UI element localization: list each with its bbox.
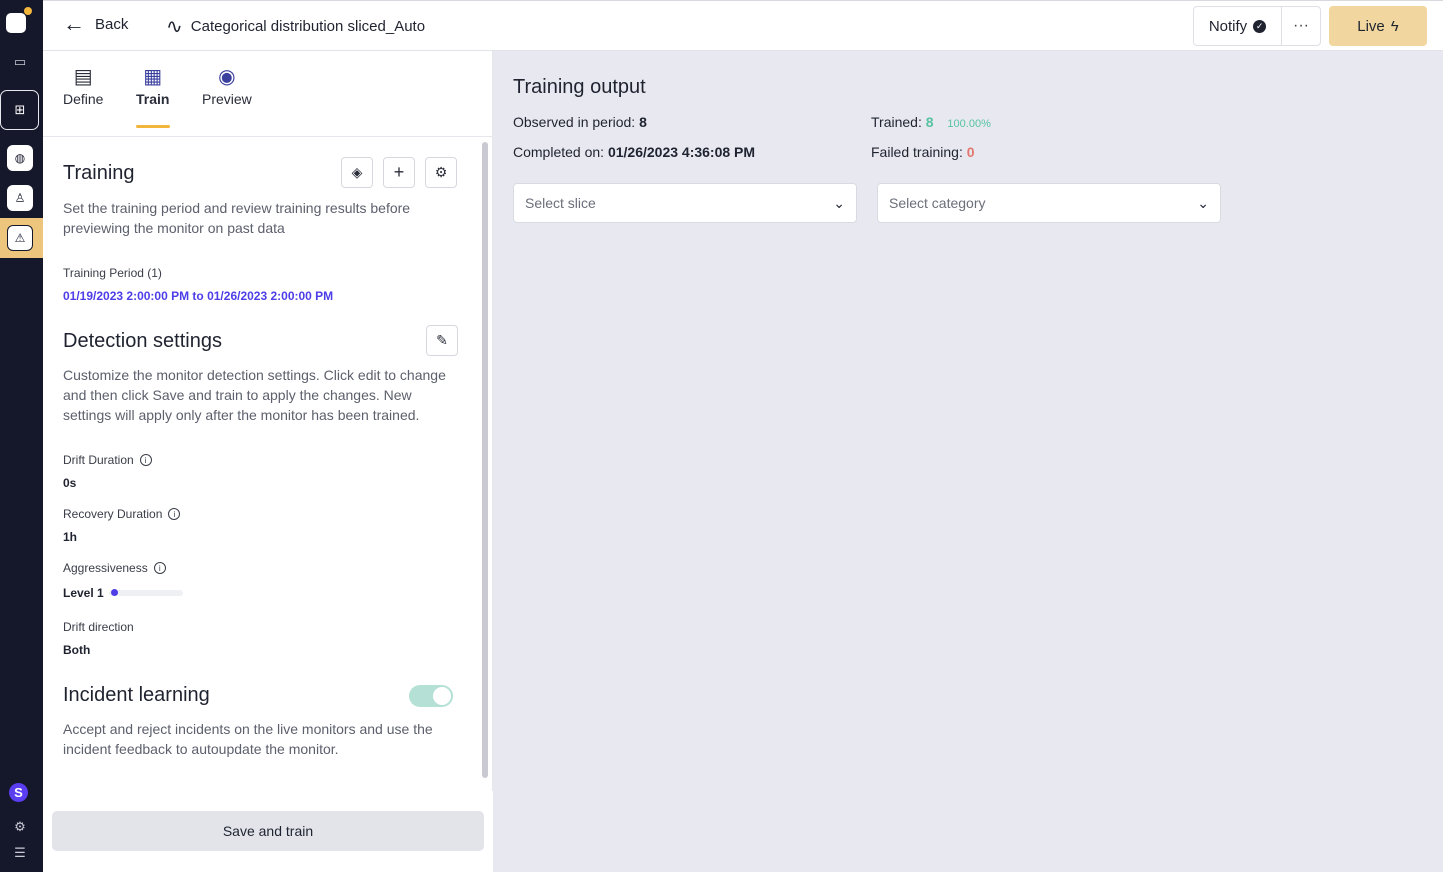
add-training-period-button[interactable]: + xyxy=(383,157,415,188)
failed-value: 0 xyxy=(966,144,975,160)
left-nav-rail: ▭ ⊞ ◍ ♙ ⚠ S ⚙ ☰ xyxy=(0,0,43,872)
notify-label: Notify xyxy=(1208,17,1248,35)
toggle-thumb xyxy=(433,687,451,705)
users-nav-icon[interactable]: ♙ xyxy=(6,184,34,212)
app-logo[interactable] xyxy=(6,13,26,33)
training-period-value[interactable]: 01/19/2023 2:00:00 PM to 01/26/2023 2:00… xyxy=(63,289,333,303)
check-circle-icon: ✓ xyxy=(1253,19,1267,33)
training-period-label: Training Period (1) xyxy=(63,266,162,280)
incident-learning-heading: Incident learning xyxy=(63,684,210,706)
aggressiveness-value: Level 1 xyxy=(63,586,104,600)
completed-label: Completed on: xyxy=(513,144,605,160)
select-category-placeholder: Select category xyxy=(889,195,986,211)
aggressiveness-level-bar xyxy=(109,589,183,596)
notification-dot xyxy=(24,7,32,15)
aggressiveness-label: Aggressiveness i xyxy=(63,561,166,575)
top-bar: ← Back ∿ Categorical distribution sliced… xyxy=(43,0,1443,51)
book-icon: ▤ xyxy=(73,66,93,88)
incident-learning-description: Accept and reject incidents on the live … xyxy=(63,721,433,757)
edit-detection-button[interactable]: ✎ xyxy=(426,325,458,356)
tab-train-label: Train xyxy=(136,91,170,107)
completed-value: 01/26/2023 4:36:08 PM xyxy=(607,144,756,160)
monitor-title-text: Categorical distribution sliced_Auto xyxy=(190,18,426,35)
panel-footer: Save and train xyxy=(43,791,493,872)
detection-description: Customize the monitor detection settings… xyxy=(63,367,446,423)
chevron-down-icon: ⌄ xyxy=(1197,194,1209,211)
trained-stat: Trained: 8 100.00% xyxy=(871,114,991,130)
eye-icon: ◉ xyxy=(218,66,236,88)
tab-preview-label: Preview xyxy=(202,91,252,107)
select-category-dropdown[interactable]: Select category ⌄ xyxy=(877,183,1221,223)
observed-stat: Observed in period: 8 xyxy=(513,114,647,130)
user-avatar[interactable]: S xyxy=(9,783,28,802)
config-panel: ▤ Define ▦ Train ◉ Preview Training ◈ + … xyxy=(43,51,493,872)
settings-nav-icon[interactable]: ⚙ xyxy=(6,813,34,841)
monitor-title: ∿ Categorical distribution sliced_Auto xyxy=(166,14,425,39)
live-button[interactable]: Live ϟ xyxy=(1329,6,1427,46)
trained-percentage: 100.00% xyxy=(947,118,991,130)
training-output-area: Training output Observed in period: 8 Tr… xyxy=(493,51,1443,872)
save-and-train-button[interactable]: Save and train xyxy=(52,811,484,851)
info-icon[interactable]: i xyxy=(168,508,181,520)
recovery-duration-label-text: Recovery Duration xyxy=(63,507,163,521)
layers-button[interactable]: ◈ xyxy=(341,157,373,188)
more-options-button[interactable]: ··· xyxy=(1281,6,1321,46)
live-label: Live xyxy=(1357,17,1385,35)
pencil-icon: ✎ xyxy=(436,332,448,348)
alerts-nav-icon[interactable]: ⚠ xyxy=(6,224,34,252)
training-heading: Training xyxy=(63,162,135,184)
failed-stat: Failed training: 0 xyxy=(871,144,975,160)
completed-stat: Completed on: 01/26/2023 4:36:08 PM xyxy=(513,144,755,160)
recovery-duration-label: Recovery Duration i xyxy=(63,507,181,521)
plus-icon: + xyxy=(393,162,405,182)
metrics-nav-icon[interactable]: ◍ xyxy=(6,144,34,172)
back-button[interactable]: ← Back xyxy=(63,11,129,36)
training-description: Set the training period and review train… xyxy=(63,200,411,236)
active-tab-indicator xyxy=(135,125,170,128)
drift-duration-label-text: Drift Duration xyxy=(63,453,134,467)
select-slice-placeholder: Select slice xyxy=(525,195,596,211)
select-slice-dropdown[interactable]: Select slice ⌄ xyxy=(513,183,857,223)
arrow-left-icon: ← xyxy=(63,11,85,36)
info-icon[interactable]: i xyxy=(139,454,152,466)
trained-label: Trained: xyxy=(871,114,922,130)
waveform-icon: ∿ xyxy=(166,16,183,38)
tab-define-label: Define xyxy=(63,91,104,107)
tab-preview[interactable]: ◉ Preview xyxy=(202,63,252,107)
aggressiveness-label-text: Aggressiveness xyxy=(63,561,148,575)
drift-duration-label: Drift Duration i xyxy=(63,453,152,467)
chevron-down-icon: ⌄ xyxy=(833,194,845,211)
observed-label: Observed in period: xyxy=(513,114,636,130)
aggressiveness-level-marker xyxy=(111,589,118,596)
training-output-heading: Training output xyxy=(513,76,646,98)
info-icon[interactable]: i xyxy=(153,562,166,574)
drift-duration-value: 0s xyxy=(63,476,77,490)
dashboard-nav-icon[interactable]: ▭ xyxy=(6,48,34,76)
failed-label: Failed training: xyxy=(871,144,963,160)
trained-value: 8 xyxy=(925,114,934,130)
collapse-menu-icon[interactable]: ☰ xyxy=(6,839,34,867)
grid-pattern-icon: ▦ xyxy=(143,66,163,88)
training-settings-button[interactable]: ⚙ xyxy=(425,157,457,188)
step-tabs: ▤ Define ▦ Train ◉ Preview xyxy=(43,51,493,137)
observed-value: 8 xyxy=(639,114,647,130)
gear-icon: ⚙ xyxy=(434,164,448,180)
layers-icon: ◈ xyxy=(351,164,363,180)
tab-train[interactable]: ▦ Train xyxy=(135,63,170,128)
detection-settings-heading: Detection settings xyxy=(63,330,222,352)
recovery-duration-value: 1h xyxy=(63,530,78,544)
monitors-nav-icon[interactable]: ⊞ xyxy=(6,96,34,124)
panel-scrollbar[interactable] xyxy=(482,142,488,778)
notify-button[interactable]: Notify ✓ xyxy=(1193,6,1282,46)
back-label: Back xyxy=(95,15,129,33)
lightning-icon: ϟ xyxy=(1390,17,1399,35)
drift-direction-value: Both xyxy=(63,643,91,657)
drift-direction-label: Drift direction xyxy=(63,620,134,634)
tab-define[interactable]: ▤ Define xyxy=(63,63,103,107)
incident-learning-toggle[interactable] xyxy=(409,685,453,707)
